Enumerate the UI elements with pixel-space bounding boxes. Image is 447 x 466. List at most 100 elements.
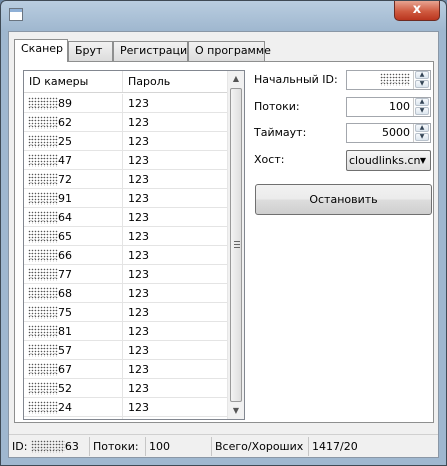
password-cell[interactable]: 123 xyxy=(123,151,228,169)
status-threads-label: Потоки: xyxy=(90,437,146,456)
camera-id-cell[interactable]: 65 xyxy=(24,227,123,245)
spin-down-icon[interactable]: ▼ xyxy=(415,107,429,115)
password-cell[interactable]: 123 xyxy=(123,246,228,264)
app-icon xyxy=(9,8,23,21)
camera-id-cell[interactable]: 91 xyxy=(24,189,123,207)
table-row[interactable]: 47 123 xyxy=(24,151,228,170)
camera-id-cell[interactable]: 67 xyxy=(24,360,123,378)
table-row[interactable]: 89 123 xyxy=(24,94,228,113)
close-button[interactable]: x xyxy=(394,1,440,21)
table-row[interactable]: 64 123 xyxy=(24,208,228,227)
title-bar[interactable]: x xyxy=(1,1,446,29)
password-cell[interactable]: 123 xyxy=(123,208,228,226)
timeout-value[interactable]: 5000 xyxy=(347,124,413,142)
password-cell[interactable]: 123 xyxy=(123,132,228,150)
password-cell[interactable]: 123 xyxy=(123,379,228,397)
spin-up-icon[interactable]: ▲ xyxy=(415,71,429,79)
table-row[interactable]: 67 123 xyxy=(24,360,228,379)
stop-button[interactable]: Остановить xyxy=(255,184,432,215)
redacted-id-mask xyxy=(28,268,58,281)
camera-id-cell[interactable]: 64 xyxy=(24,208,123,226)
column-header-camera-id[interactable]: ID камеры xyxy=(24,71,123,92)
spin-up-icon[interactable]: ▲ xyxy=(415,124,429,132)
redacted-id-mask xyxy=(28,363,58,376)
spin-down-icon[interactable]: ▼ xyxy=(415,133,429,141)
camera-id-cell[interactable]: 62 xyxy=(24,113,123,131)
column-header-password[interactable]: Пароль xyxy=(123,71,228,92)
password-cell[interactable]: 123 xyxy=(123,303,228,321)
camera-table[interactable]: ID камеры Пароль 89 123 62 123 25 123 47 123 72 1… xyxy=(23,70,245,420)
password-cell[interactable]: 123 xyxy=(123,360,228,378)
start-id-label: Начальный ID: xyxy=(254,73,338,86)
table-row[interactable]: 91 123 xyxy=(24,189,228,208)
camera-id-cell[interactable]: 29 xyxy=(24,417,123,419)
tab-scanner[interactable]: Сканер xyxy=(14,39,68,62)
table-row[interactable]: 77 123 xyxy=(24,265,228,284)
scroll-thumb[interactable] xyxy=(230,88,242,402)
timeout-spinbox[interactable]: 5000 ▲ ▼ xyxy=(346,123,431,143)
start-id-value[interactable] xyxy=(347,71,413,89)
password-cell[interactable]: 123 xyxy=(123,284,228,302)
password-cell[interactable]: 123 xyxy=(123,322,228,340)
camera-id-cell[interactable]: 52 xyxy=(24,379,123,397)
camera-id-cell[interactable]: 25 xyxy=(24,132,123,150)
camera-id-cell[interactable]: 72 xyxy=(24,170,123,188)
tab-brute[interactable]: Брут xyxy=(68,41,113,61)
redacted-id-mask xyxy=(28,154,58,167)
camera-id-suffix: 57 xyxy=(58,344,72,357)
table-row[interactable]: 57 123 xyxy=(24,341,228,360)
status-totals-label: Всего/Хороших xyxy=(212,437,309,456)
table-row[interactable]: 24 123 xyxy=(24,398,228,417)
password-cell[interactable]: 123 xyxy=(123,113,228,131)
scroll-up-arrow-icon[interactable]: ▲ xyxy=(228,71,244,87)
camera-id-cell[interactable]: 24 xyxy=(24,398,123,416)
password-cell[interactable]: 123 xyxy=(123,398,228,416)
spin-down-icon[interactable]: ▼ xyxy=(415,80,429,88)
camera-id-cell[interactable]: 89 xyxy=(24,94,123,112)
table-row[interactable]: 75 123 xyxy=(24,303,228,322)
table-row[interactable]: 25 123 xyxy=(24,132,228,151)
camera-id-suffix: 89 xyxy=(58,97,72,110)
scroll-down-arrow-icon[interactable]: ▼ xyxy=(228,403,244,419)
camera-id-cell[interactable]: 47 xyxy=(24,151,123,169)
spin-up-icon[interactable]: ▲ xyxy=(415,98,429,106)
password-cell[interactable]: 123 xyxy=(123,227,228,245)
table-header: ID камеры Пароль xyxy=(24,71,228,93)
status-id: ID: 63 xyxy=(9,437,90,456)
password-cell[interactable]: 123 xyxy=(123,417,228,419)
status-id-label: ID: xyxy=(12,440,28,453)
redacted-id-mask xyxy=(28,230,58,243)
table-row[interactable]: 66 123 xyxy=(24,246,228,265)
host-combobox[interactable]: cloudlinks.cn ▼ xyxy=(346,150,431,171)
table-row[interactable]: 29123 xyxy=(24,417,228,419)
start-id-spinbox[interactable]: ▲ ▼ xyxy=(346,70,431,90)
tab-registration[interactable]: Регистрация xyxy=(113,41,194,61)
camera-id-cell[interactable]: 75 xyxy=(24,303,123,321)
password-cell[interactable]: 123 xyxy=(123,170,228,188)
camera-id-suffix: 24 xyxy=(58,401,72,414)
table-row[interactable]: 62 123 xyxy=(24,113,228,132)
threads-spinbox[interactable]: 100 ▲ ▼ xyxy=(346,97,431,117)
table-row[interactable]: 68 123 xyxy=(24,284,228,303)
tab-about[interactable]: О программе xyxy=(188,41,271,61)
camera-id-cell[interactable]: 66 xyxy=(24,246,123,264)
password-cell[interactable]: 123 xyxy=(123,265,228,283)
table-scrollbar[interactable]: ▲ ▼ xyxy=(227,71,244,419)
table-row[interactable]: 65 123 xyxy=(24,227,228,246)
camera-id-cell[interactable]: 68 xyxy=(24,284,123,302)
camera-id-suffix: 68 xyxy=(58,287,72,300)
camera-id-cell[interactable]: 77 xyxy=(24,265,123,283)
camera-id-suffix: 91 xyxy=(58,192,72,205)
chevron-down-icon[interactable]: ▼ xyxy=(420,151,426,170)
table-row[interactable]: 81 123 xyxy=(24,322,228,341)
threads-value[interactable]: 100 xyxy=(347,98,413,116)
redacted-id-mask xyxy=(30,440,65,453)
camera-id-cell[interactable]: 57 xyxy=(24,341,123,359)
password-cell[interactable]: 123 xyxy=(123,189,228,207)
spin-buttons: ▲ ▼ xyxy=(413,124,430,142)
password-cell[interactable]: 123 xyxy=(123,94,228,112)
password-cell[interactable]: 123 xyxy=(123,341,228,359)
table-row[interactable]: 72 123 xyxy=(24,170,228,189)
table-row[interactable]: 52 123 xyxy=(24,379,228,398)
camera-id-cell[interactable]: 81 xyxy=(24,322,123,340)
